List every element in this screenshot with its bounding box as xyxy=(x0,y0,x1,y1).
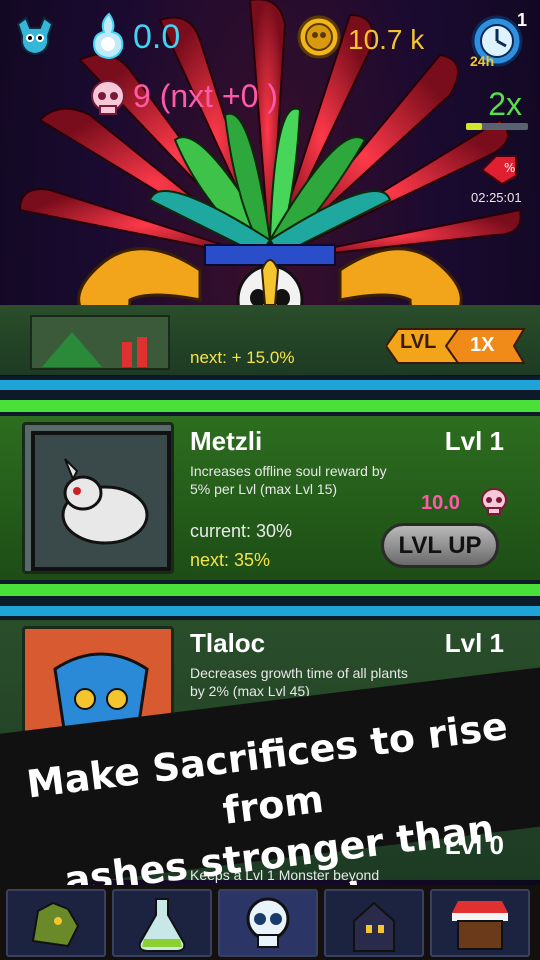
sale-tag-icon[interactable]: % xyxy=(478,152,520,188)
nav-house-button[interactable] xyxy=(324,889,424,957)
sale-timer: 02:25:01 xyxy=(471,190,522,205)
card-level: Lvl 1 xyxy=(444,628,504,658)
aztec-border-2 xyxy=(0,580,540,620)
card-current: current: 30% xyxy=(190,521,293,541)
dragon-icon xyxy=(31,901,80,948)
gold-value: 10.7 k xyxy=(348,24,425,55)
nav-lab-button[interactable] xyxy=(112,889,212,957)
gold-coin-icon xyxy=(297,15,341,59)
card-name: Metzli xyxy=(190,426,263,456)
monster-avatar-icon[interactable] xyxy=(12,14,58,60)
skull-tab-icon xyxy=(246,897,290,948)
lvl-label: LVL xyxy=(400,331,437,353)
boost-count: 1 xyxy=(517,10,528,30)
lvlup-cost: 10.0 xyxy=(421,492,460,514)
card-next: next: 35% xyxy=(190,550,271,570)
shop-stall-icon xyxy=(452,901,508,950)
card-description: Increases offline soul reward by 5% per … xyxy=(190,463,387,497)
potion-flask-icon xyxy=(138,898,186,952)
cost-skull-icon xyxy=(481,488,507,515)
boost-hours: 24h xyxy=(470,53,495,69)
svg-text:%: % xyxy=(504,161,515,175)
rabbit-glyph-icon xyxy=(31,431,171,571)
souls-value: 0.0 xyxy=(133,18,181,56)
metzli-portrait xyxy=(22,422,174,574)
mult-label: 1X xyxy=(470,334,495,356)
top-card-next: next: + 15.0% xyxy=(190,348,295,367)
aztec-border xyxy=(0,376,540,416)
skull-count: 9 (nxt +0 ) xyxy=(133,78,278,114)
game-screen: 0.0 10.7 k 1 24h 9 (nxt +0 ) 2x % 02:25:… xyxy=(0,0,540,960)
nav-sacrifice-button[interactable] xyxy=(218,889,318,957)
multiplier-progress xyxy=(466,123,528,130)
nav-monster-button[interactable] xyxy=(6,889,106,957)
multiplier-value[interactable]: 2x xyxy=(488,86,522,123)
bottom-nav xyxy=(0,885,540,960)
nav-shop-button[interactable] xyxy=(430,889,530,957)
card-name: Tlaloc xyxy=(190,628,266,658)
top-card: next: + 15.0% LVL 1X xyxy=(0,305,540,375)
soul-flame-icon xyxy=(92,12,124,60)
skull-icon xyxy=(91,80,125,115)
plant-icon xyxy=(42,332,147,367)
haunted-house-icon xyxy=(353,901,395,952)
multiplier-progress-fill xyxy=(466,123,482,130)
lvl-up-button[interactable]: LVL UP xyxy=(381,523,499,568)
card-level: Lvl 1 xyxy=(444,426,504,456)
top-card-portrait xyxy=(30,315,170,370)
